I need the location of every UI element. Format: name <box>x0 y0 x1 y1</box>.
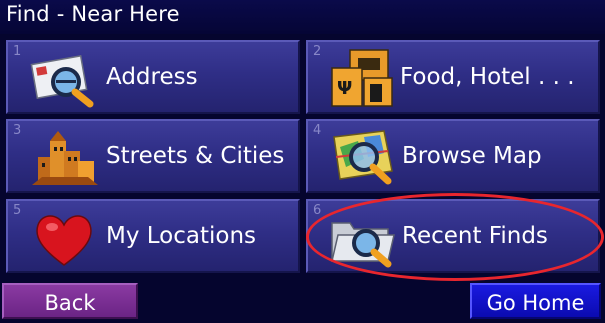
address-button[interactable]: 1 Address <box>6 40 300 114</box>
screen: Find - Near Here 1 Address 2 Ψ Food, Hot… <box>0 0 605 323</box>
city-buildings-icon <box>28 127 100 189</box>
browse-map-button[interactable]: 4 Browse Map <box>306 119 600 193</box>
page-title: Find - Near Here <box>6 2 180 26</box>
food-hotel-icon: Ψ <box>328 48 400 110</box>
tile-number: 5 <box>13 203 22 218</box>
tile-number: 6 <box>313 203 322 218</box>
address-label: Address <box>106 64 198 90</box>
tile-number: 4 <box>313 123 322 138</box>
envelope-search-icon <box>28 48 100 110</box>
title-bar: Find - Near Here <box>0 0 605 34</box>
food-hotel-button[interactable]: 2 Ψ Food, Hotel . . . <box>306 40 600 114</box>
tile-number: 2 <box>313 44 322 59</box>
recent-finds-label: Recent Finds <box>402 223 548 249</box>
tile-number: 3 <box>13 123 22 138</box>
tile-number: 1 <box>13 44 22 59</box>
my-locations-label: My Locations <box>106 223 257 249</box>
recent-finds-button[interactable]: 6 Recent Finds <box>306 199 600 273</box>
streets-cities-button[interactable]: 3 Streets & Cities <box>6 119 300 193</box>
heart-icon <box>28 207 100 269</box>
back-button[interactable]: Back <box>2 283 138 319</box>
svg-text:Ψ: Ψ <box>337 78 352 99</box>
my-locations-button[interactable]: 5 My Locations <box>6 199 300 273</box>
browse-map-label: Browse Map <box>402 143 542 169</box>
map-magnifier-icon <box>328 127 400 189</box>
streets-cities-label: Streets & Cities <box>106 143 285 169</box>
folder-magnifier-icon <box>328 207 400 269</box>
food-hotel-label: Food, Hotel . . . <box>400 64 575 90</box>
go-home-button[interactable]: Go Home <box>470 283 601 319</box>
